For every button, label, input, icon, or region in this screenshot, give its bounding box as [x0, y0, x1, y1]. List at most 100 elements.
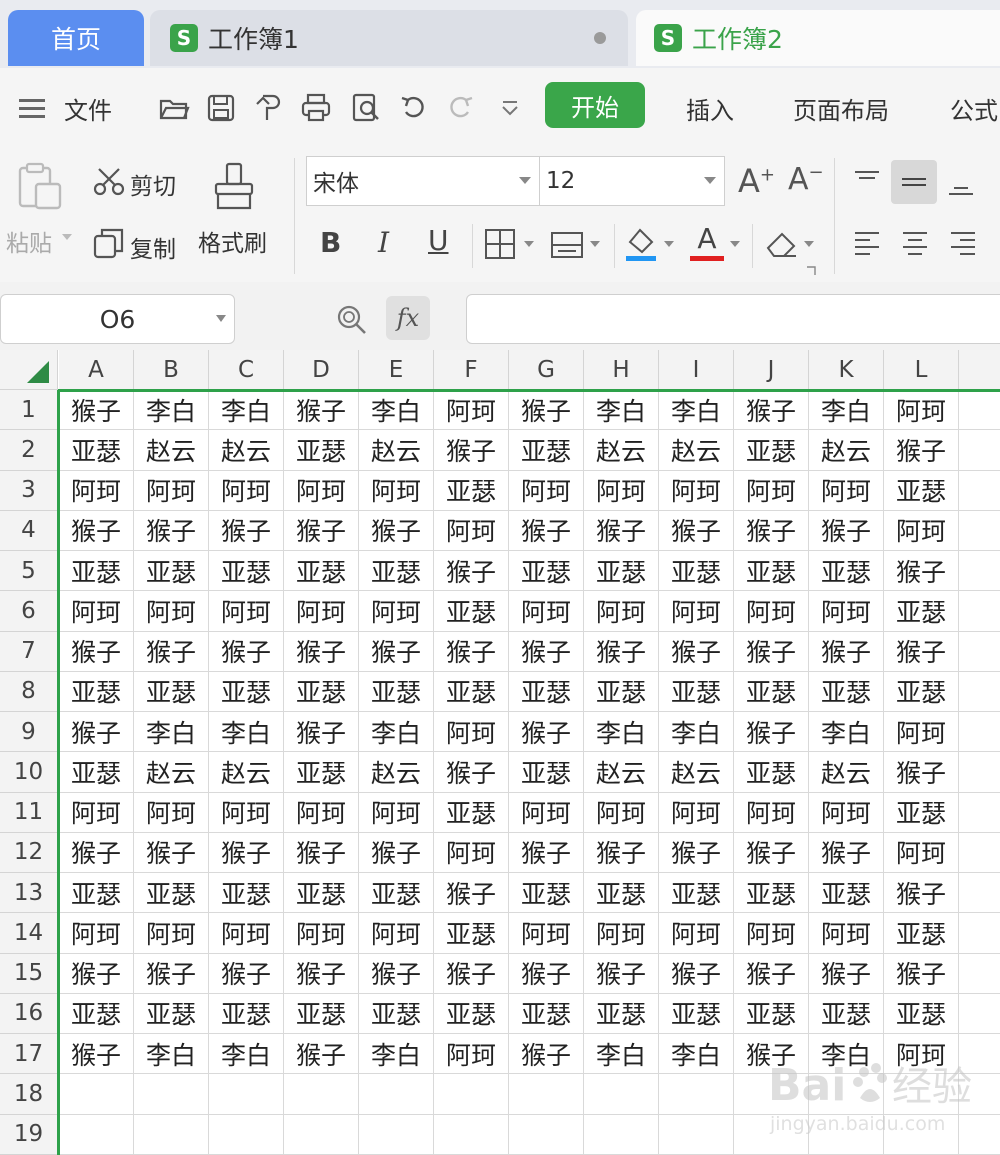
- menu-page-layout[interactable]: 页面布局: [793, 68, 889, 148]
- table-cell[interactable]: [959, 792, 1000, 833]
- table-cell[interactable]: 阿珂: [434, 510, 509, 551]
- table-cell[interactable]: 亚瑟: [884, 591, 959, 632]
- table-cell[interactable]: 阿珂: [434, 832, 509, 873]
- table-cell[interactable]: 猴子: [284, 712, 359, 753]
- table-cell[interactable]: 赵云: [809, 752, 884, 793]
- table-cell[interactable]: 猴子: [509, 631, 584, 672]
- table-cell[interactable]: 猴子: [884, 430, 959, 471]
- row-header-6[interactable]: 6: [0, 591, 58, 632]
- table-cell[interactable]: 猴子: [884, 873, 959, 914]
- table-cell[interactable]: 阿珂: [359, 591, 434, 632]
- table-cell[interactable]: 亚瑟: [359, 671, 434, 712]
- table-cell[interactable]: 亚瑟: [434, 792, 509, 833]
- table-cell[interactable]: 亚瑟: [134, 551, 209, 592]
- table-cell[interactable]: 猴子: [734, 712, 809, 753]
- column-header-b[interactable]: B: [134, 350, 209, 390]
- table-cell[interactable]: 阿珂: [59, 913, 134, 954]
- table-cell[interactable]: 亚瑟: [584, 993, 659, 1034]
- export-icon[interactable]: [253, 92, 285, 124]
- table-cell[interactable]: 亚瑟: [809, 671, 884, 712]
- dialog-launcher-icon[interactable]: [806, 266, 816, 276]
- table-cell[interactable]: 猴子: [434, 631, 509, 672]
- table-cell[interactable]: 亚瑟: [734, 873, 809, 914]
- table-cell[interactable]: 赵云: [584, 752, 659, 793]
- table-cell[interactable]: 李白: [359, 390, 434, 431]
- table-cell[interactable]: 阿珂: [59, 470, 134, 511]
- eraser-dropdown-icon[interactable]: [804, 241, 814, 247]
- font-increase-button[interactable]: A+: [738, 162, 775, 200]
- table-cell[interactable]: [359, 1074, 434, 1115]
- paste-icon[interactable]: [16, 162, 64, 212]
- row-header-17[interactable]: 17: [0, 1034, 58, 1075]
- table-cell[interactable]: 亚瑟: [59, 752, 134, 793]
- fill-color-dropdown-icon[interactable]: [664, 241, 674, 247]
- table-cell[interactable]: 亚瑟: [884, 470, 959, 511]
- menu-insert[interactable]: 插入: [686, 68, 734, 148]
- table-cell[interactable]: [959, 873, 1000, 914]
- table-cell[interactable]: 亚瑟: [134, 993, 209, 1034]
- table-cell[interactable]: 李白: [584, 712, 659, 753]
- table-cell[interactable]: [359, 1114, 434, 1155]
- table-cell[interactable]: 猴子: [509, 953, 584, 994]
- table-cell[interactable]: 猴子: [134, 953, 209, 994]
- table-cell[interactable]: 阿珂: [509, 913, 584, 954]
- row-header-3[interactable]: 3: [0, 470, 58, 511]
- table-cell[interactable]: 亚瑟: [584, 551, 659, 592]
- table-cell[interactable]: 李白: [209, 390, 284, 431]
- column-header-c[interactable]: C: [209, 350, 284, 390]
- table-cell[interactable]: [509, 1114, 584, 1155]
- table-cell[interactable]: 猴子: [509, 832, 584, 873]
- menu-formula[interactable]: 公式: [950, 68, 998, 148]
- table-cell[interactable]: 猴子: [584, 953, 659, 994]
- table-cell[interactable]: 猴子: [434, 551, 509, 592]
- table-cell[interactable]: 猴子: [884, 953, 959, 994]
- table-cell[interactable]: 赵云: [809, 430, 884, 471]
- table-cell[interactable]: 猴子: [59, 390, 134, 431]
- table-cell[interactable]: 李白: [134, 390, 209, 431]
- format-painter-button[interactable]: 格式刷: [198, 224, 267, 258]
- table-cell[interactable]: 亚瑟: [734, 430, 809, 471]
- table-cell[interactable]: 阿珂: [659, 792, 734, 833]
- redo-icon[interactable]: [444, 92, 476, 124]
- table-cell[interactable]: 猴子: [584, 510, 659, 551]
- table-cell[interactable]: 亚瑟: [284, 873, 359, 914]
- align-left-icon[interactable]: [852, 228, 882, 258]
- table-cell[interactable]: [959, 510, 1000, 551]
- table-cell[interactable]: 猴子: [584, 631, 659, 672]
- formula-input[interactable]: [466, 294, 1000, 344]
- table-cell[interactable]: 赵云: [659, 430, 734, 471]
- table-cell[interactable]: 阿珂: [134, 470, 209, 511]
- table-cell[interactable]: 亚瑟: [884, 792, 959, 833]
- table-cell[interactable]: [959, 470, 1000, 511]
- table-cell[interactable]: [959, 390, 1000, 431]
- table-cell[interactable]: 亚瑟: [734, 993, 809, 1034]
- table-cell[interactable]: [134, 1074, 209, 1115]
- table-cell[interactable]: 猴子: [209, 510, 284, 551]
- table-cell[interactable]: 阿珂: [434, 390, 509, 431]
- table-cell[interactable]: 阿珂: [359, 792, 434, 833]
- table-cell[interactable]: 亚瑟: [209, 551, 284, 592]
- table-cell[interactable]: 猴子: [59, 712, 134, 753]
- table-cell[interactable]: 阿珂: [659, 913, 734, 954]
- table-cell[interactable]: [509, 1074, 584, 1115]
- table-cell[interactable]: 猴子: [59, 832, 134, 873]
- table-cell[interactable]: 赵云: [659, 752, 734, 793]
- table-cell[interactable]: 阿珂: [59, 792, 134, 833]
- row-header-7[interactable]: 7: [0, 631, 58, 672]
- cut-button[interactable]: 剪切: [130, 167, 176, 201]
- table-cell[interactable]: 阿珂: [134, 591, 209, 632]
- table-cell[interactable]: 猴子: [209, 953, 284, 994]
- table-cell[interactable]: 亚瑟: [209, 671, 284, 712]
- table-cell[interactable]: 阿珂: [59, 591, 134, 632]
- table-cell[interactable]: 猴子: [284, 832, 359, 873]
- table-cell[interactable]: [134, 1114, 209, 1155]
- table-cell[interactable]: 猴子: [734, 953, 809, 994]
- paste-dropdown-icon[interactable]: [62, 234, 72, 240]
- row-header-16[interactable]: 16: [0, 993, 58, 1034]
- table-cell[interactable]: [659, 1114, 734, 1155]
- table-cell[interactable]: 赵云: [134, 430, 209, 471]
- column-header-l[interactable]: L: [884, 350, 959, 390]
- table-cell[interactable]: 阿珂: [584, 591, 659, 632]
- table-cell[interactable]: 阿珂: [209, 470, 284, 511]
- table-cell[interactable]: 猴子: [809, 953, 884, 994]
